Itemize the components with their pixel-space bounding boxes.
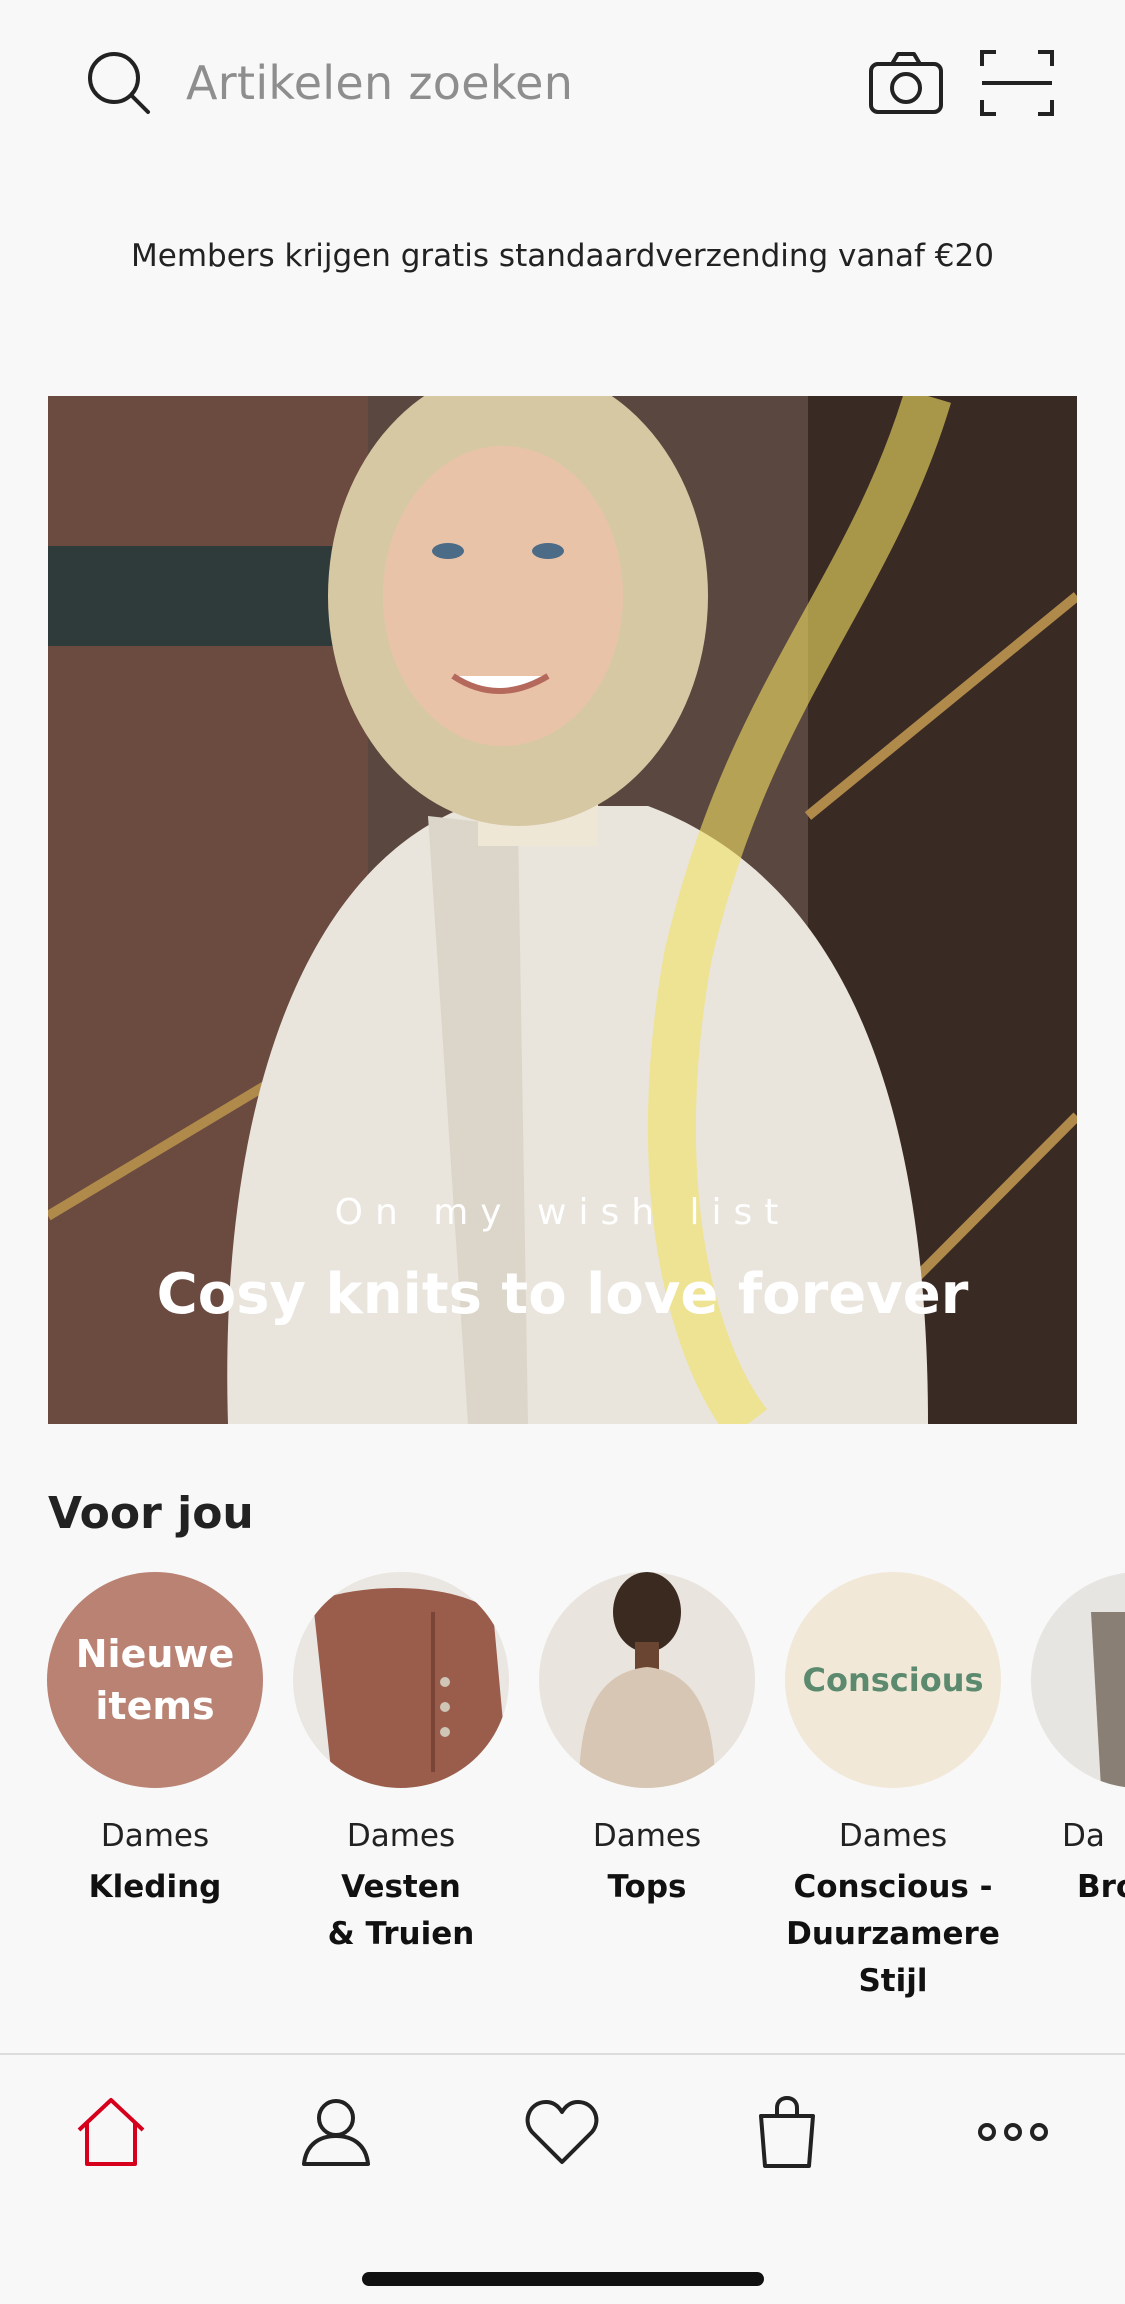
search-input[interactable]: Artikelen zoeken <box>186 56 573 110</box>
category-item-kleding[interactable]: Nieuwe items Dames Kleding <box>32 1572 278 1911</box>
category-name: Conscious - Duurzamere Stijl <box>786 1869 1000 1999</box>
cardigan-image <box>313 1588 509 1788</box>
category-item-vesten[interactable]: Dames Vesten & Truien <box>278 1572 524 1958</box>
bottom-tab-bar <box>0 2055 1125 2304</box>
tab-more[interactable] <box>968 2087 1058 2177</box>
category-item-partial[interactable]: Da Bro <box>1016 1572 1125 1911</box>
category-sub-label: Dames <box>592 1818 702 1854</box>
hero-title: Cosy knits to love forever <box>156 1262 969 1327</box>
category-name: Vesten & Truien <box>327 1869 475 1952</box>
home-icon <box>77 2098 145 2166</box>
category-thumb <box>539 1572 755 1788</box>
category-sub-label: Da <box>1062 1818 1105 1854</box>
heart-icon <box>525 2100 599 2164</box>
section-title: Voor jou <box>48 1488 254 1539</box>
category-item-tops[interactable]: Dames Tops <box>524 1572 770 1911</box>
category-sub-label: Dames <box>346 1818 456 1854</box>
top-image <box>579 1572 715 1788</box>
category-name: Kleding <box>88 1869 222 1905</box>
category-carousel[interactable]: Nieuwe items Dames Kleding Dames Vesten … <box>0 1572 1125 2032</box>
promo-banner[interactable]: Members krijgen gratis standaardverzendi… <box>0 238 1125 274</box>
search-bar[interactable]: Artikelen zoeken <box>0 0 1125 170</box>
more-icon <box>978 2123 1048 2141</box>
category-item-conscious[interactable]: Conscious Dames Conscious - Duurzamere S… <box>770 1572 1016 2005</box>
home-indicator[interactable] <box>362 2272 764 2286</box>
shopping-bag-icon <box>759 2095 815 2168</box>
account-icon <box>302 2099 370 2166</box>
category-name: Bro <box>1077 1869 1125 1905</box>
category-thumb: Nieuwe items <box>47 1572 263 1788</box>
hero-kicker: On my wish list <box>334 1192 791 1233</box>
category-name: Tops <box>607 1869 687 1905</box>
category-badge: Nieuwe items <box>75 1632 235 1728</box>
tab-bag[interactable] <box>742 2087 832 2177</box>
scan-icon[interactable] <box>980 50 1054 116</box>
category-sub-label: Dames <box>100 1818 210 1854</box>
trousers-image <box>1091 1612 1125 1788</box>
tab-home[interactable] <box>66 2087 156 2177</box>
category-badge: Conscious <box>802 1661 984 1699</box>
category-thumb: Conscious <box>785 1572 1001 1788</box>
hero-banner[interactable]: On my wish list Cosy knits to love forev… <box>48 396 1077 1424</box>
category-sub-label: Dames <box>838 1818 948 1854</box>
tab-account[interactable] <box>291 2087 381 2177</box>
search-icon[interactable] <box>86 50 152 116</box>
category-thumb <box>1031 1572 1125 1788</box>
tab-favorites[interactable] <box>517 2087 607 2177</box>
camera-icon[interactable] <box>868 50 944 116</box>
category-thumb <box>293 1572 509 1788</box>
